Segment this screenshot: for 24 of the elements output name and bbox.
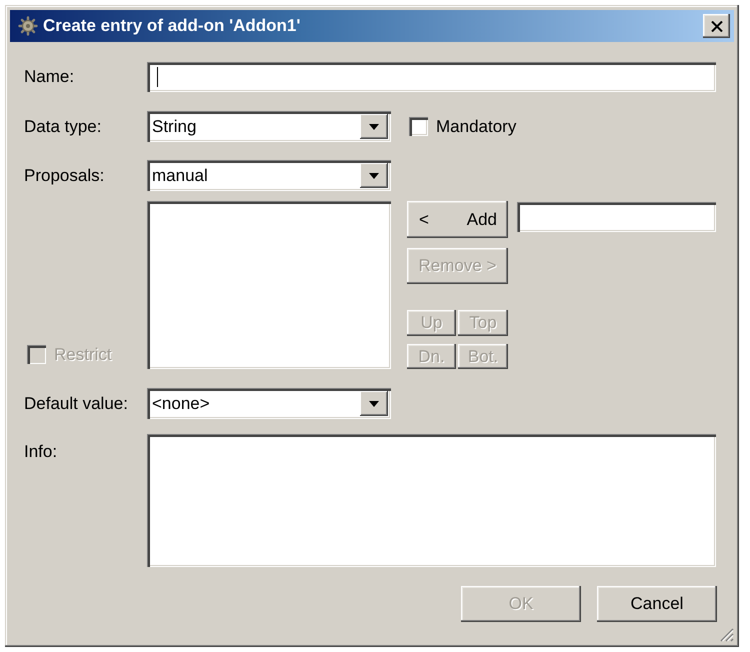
- field-label: Proposals:: [24, 164, 104, 187]
- resize-grip-icon: [718, 626, 734, 642]
- field-label: Name:: [24, 66, 74, 88]
- close-button[interactable]: [703, 14, 730, 38]
- field-label: Data type:: [24, 116, 102, 138]
- caret-down-icon: [360, 163, 388, 188]
- checkbox-label: Mandatory: [436, 116, 516, 138]
- proposals-list-box[interactable]: [147, 201, 391, 369]
- proposal-input-field[interactable]: [517, 202, 716, 232]
- field-label: Info:: [24, 441, 58, 463]
- data-type-dropdown[interactable]: String: [147, 111, 391, 142]
- caret-down-icon: [360, 114, 388, 139]
- window-title: Create entry of add-on 'Addon1': [43, 15, 302, 38]
- mandatory-checkbox[interactable]: [409, 117, 428, 136]
- gear-icon: [18, 16, 38, 36]
- default-value-dropdown[interactable]: <none>: [147, 388, 391, 419]
- caret-down-icon: [360, 391, 388, 416]
- info-text-area[interactable]: [147, 434, 716, 567]
- name-input-field[interactable]: [147, 62, 716, 92]
- field-label: Default value:: [24, 392, 128, 415]
- dialog-button[interactable]: Cancel: [597, 586, 717, 622]
- add-button[interactable]: < Add: [407, 201, 508, 238]
- close-icon: [710, 20, 722, 32]
- proposals-dropdown[interactable]: manual: [147, 160, 391, 191]
